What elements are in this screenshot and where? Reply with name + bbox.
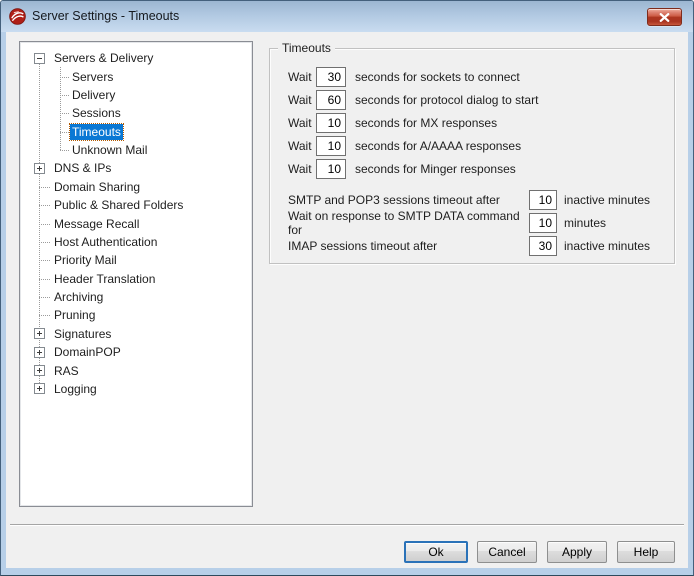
cancel-button[interactable]: Cancel [477,541,537,563]
tree-item-priority-mail[interactable]: Priority Mail [21,251,251,269]
sockets-connect-row: Wait seconds for sockets to connect [288,67,668,87]
wait-label: Wait [288,139,316,153]
tree-item-timeouts[interactable]: Timeouts [21,123,251,141]
tree-item-domain-sharing[interactable]: Domain Sharing [21,178,251,196]
title-bar: Server Settings - Timeouts [1,1,693,32]
tree-item-signatures[interactable]: Signatures [21,325,251,343]
mx-responses-input[interactable] [316,113,346,133]
tree-item-host-authentication[interactable]: Host Authentication [21,233,251,251]
row-description: inactive minutes [564,239,650,253]
minger-responses-input[interactable] [316,159,346,179]
tree-item-logging[interactable]: Logging [21,380,251,398]
dialog-content: Servers & Delivery Servers Delivery Sess… [6,32,688,568]
a-aaaa-responses-row: Wait seconds for A/AAAA responses [288,136,668,156]
row-description: minutes [564,216,606,230]
tree-connector [60,77,69,78]
close-icon [659,13,670,22]
timeouts-groupbox: Timeouts Wait seconds for sockets to con… [269,48,675,264]
smtp-data-wait-row: Wait on response to SMTP DATA command fo… [288,213,668,233]
row-label: IMAP sessions timeout after [288,239,529,253]
row-description: seconds for protocol dialog to start [355,93,538,107]
wait-label: Wait [288,93,316,107]
tree-rows: Servers & Delivery Servers Delivery Sess… [21,43,251,505]
tree-connector [60,95,69,96]
tree-item-message-recall[interactable]: Message Recall [21,214,251,232]
smtp-pop3-timeout-input[interactable] [529,190,557,210]
tree-connector [60,150,69,151]
row-description: seconds for MX responses [355,116,497,130]
close-button[interactable] [647,8,682,26]
expand-expander-icon[interactable] [34,163,45,174]
settings-nav-tree: Servers & Delivery Servers Delivery Sess… [19,41,253,507]
tree-item-header-translation[interactable]: Header Translation [21,270,251,288]
tree-connector [39,187,50,188]
ok-button[interactable]: Ok [404,541,468,563]
tree-connector [60,113,69,114]
tree-item-ras[interactable]: RAS [21,361,251,379]
tree-item-unknown-mail[interactable]: Unknown Mail [21,141,251,159]
tree-item-sessions[interactable]: Sessions [21,104,251,122]
smtp-data-wait-input[interactable] [529,213,557,233]
expand-expander-icon[interactable] [34,383,45,394]
protocol-dialog-input[interactable] [316,90,346,110]
row-description: seconds for sockets to connect [355,70,520,84]
collapse-expander-icon[interactable] [34,53,45,64]
tree-connector [39,315,50,316]
minger-responses-row: Wait seconds for Minger responses [288,159,668,179]
row-label: SMTP and POP3 sessions timeout after [288,193,529,207]
tree-item-archiving[interactable]: Archiving [21,288,251,306]
row-description: inactive minutes [564,193,650,207]
window-title: Server Settings - Timeouts [32,1,179,31]
tree-connector [60,132,69,133]
tree-item-domainpop[interactable]: DomainPOP [21,343,251,361]
tree-item-delivery[interactable]: Delivery [21,86,251,104]
app-icon [9,8,26,25]
tree-connector [39,260,50,261]
tree-connector [39,224,50,225]
tree-connector [39,279,50,280]
expand-expander-icon[interactable] [34,328,45,339]
button-separator [10,524,684,526]
row-description: seconds for Minger responses [355,162,516,176]
row-label: Wait on response to SMTP DATA command fo… [288,209,529,237]
server-settings-dialog: Server Settings - Timeouts Servers & Del… [0,0,694,576]
protocol-dialog-row: Wait seconds for protocol dialog to star… [288,90,668,110]
mx-responses-row: Wait seconds for MX responses [288,113,668,133]
wait-label: Wait [288,116,316,130]
tree-item-pruning[interactable]: Pruning [21,306,251,324]
tree-item-public-shared-folders[interactable]: Public & Shared Folders [21,196,251,214]
tree-connector [39,242,50,243]
wait-label: Wait [288,162,316,176]
tree-connector [39,297,50,298]
smtp-pop3-timeout-row: SMTP and POP3 sessions timeout after ina… [288,190,668,210]
help-button[interactable]: Help [617,541,675,563]
expand-expander-icon[interactable] [34,347,45,358]
sockets-connect-input[interactable] [316,67,346,87]
a-aaaa-responses-input[interactable] [316,136,346,156]
row-description: seconds for A/AAAA responses [355,139,521,153]
imap-timeout-input[interactable] [529,236,557,256]
tree-item-servers[interactable]: Servers [21,67,251,85]
groupbox-title: Timeouts [278,41,335,55]
apply-button[interactable]: Apply [547,541,607,563]
tree-item-servers-and-delivery[interactable]: Servers & Delivery [21,49,251,67]
imap-timeout-row: IMAP sessions timeout after inactive min… [288,236,668,256]
expand-expander-icon[interactable] [34,365,45,376]
tree-item-dns-and-ips[interactable]: DNS & IPs [21,159,251,177]
wait-label: Wait [288,70,316,84]
tree-connector [39,205,50,206]
